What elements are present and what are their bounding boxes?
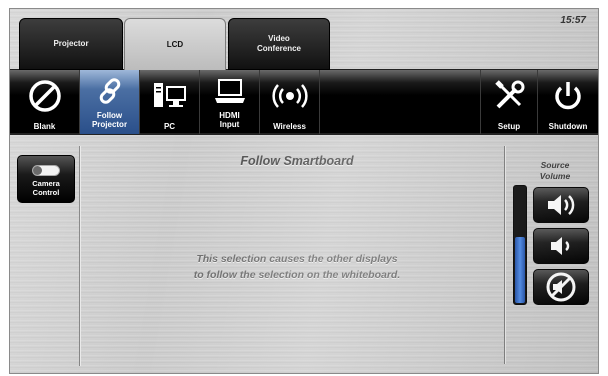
left-divider [79, 146, 80, 366]
hdmi-input-label: HDMI Input [219, 111, 240, 129]
blank-button[interactable]: Blank [10, 70, 80, 134]
source-volume-label: Source Volume [539, 160, 571, 181]
volume-down-icon [551, 237, 570, 255]
power-icon [551, 78, 585, 115]
follow-projector-label: Follow Projector [91, 111, 128, 129]
follow-projector-button[interactable]: Follow Projector [80, 70, 140, 134]
tab-label: Projector [53, 39, 89, 48]
link-icon [95, 76, 125, 106]
toggle-icon [32, 165, 60, 176]
volume-up-icon [548, 195, 575, 215]
camera-control-button[interactable]: Camera Control [17, 155, 75, 203]
page-title: Follow Smartboard [240, 154, 354, 168]
tools-icon [492, 78, 526, 115]
setup-label: Setup [497, 122, 521, 131]
volume-down-button[interactable] [533, 228, 589, 264]
volume-up-button[interactable] [533, 187, 589, 223]
blank-label: Blank [33, 122, 56, 131]
tab-projector[interactable]: Projector [19, 18, 123, 70]
wireless-label: Wireless [273, 122, 306, 131]
tab-video-conference[interactable]: Video Conference [228, 18, 330, 70]
selection-message: This selection causes the other displays… [193, 253, 401, 281]
shutdown-button[interactable]: Shutdown [538, 70, 598, 134]
clock: 15:57 [560, 15, 586, 26]
control-panel: 15:57 Projector LCD Video Conference Bla… [9, 8, 599, 374]
tab-label: Video Conference [256, 34, 301, 53]
laptop-icon [213, 76, 247, 106]
pc-icon [151, 78, 189, 115]
source-toolbar: Blank Follow Projector PC HDMI Input Wir… [10, 69, 598, 135]
volume-level-fill [515, 236, 525, 303]
wireless-icon [271, 78, 309, 115]
mute-button[interactable] [533, 269, 589, 305]
camera-control-label: Camera Control [32, 179, 60, 197]
wireless-button[interactable]: Wireless [260, 70, 320, 134]
tab-label: LCD [166, 39, 184, 49]
pc-label: PC [163, 122, 176, 131]
setup-button[interactable]: Setup [480, 70, 538, 134]
mute-icon [546, 272, 576, 302]
pc-button[interactable]: PC [140, 70, 200, 134]
shutdown-label: Shutdown [548, 122, 588, 131]
blank-icon [27, 78, 63, 115]
hdmi-input-button[interactable]: HDMI Input [200, 70, 260, 134]
volume-meter [513, 185, 527, 305]
tab-lcd[interactable]: LCD [124, 18, 226, 70]
